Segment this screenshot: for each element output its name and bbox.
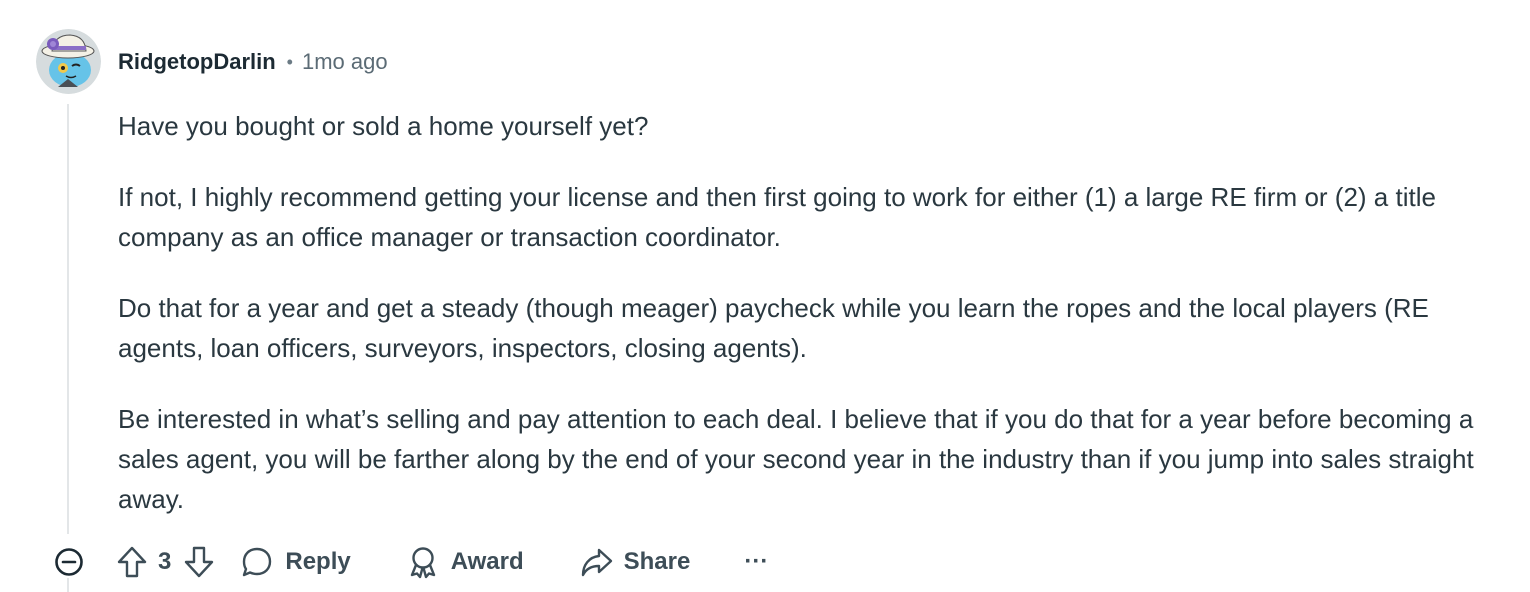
meta-separator: • bbox=[286, 51, 293, 72]
reply-button[interactable]: Reply bbox=[241, 546, 351, 578]
arrow-down-icon bbox=[185, 546, 214, 578]
avatar[interactable] bbox=[36, 29, 101, 94]
downvote-button[interactable] bbox=[183, 545, 215, 579]
vote-count: 3 bbox=[158, 548, 172, 575]
comment-meta: RidgetopDarlin • 1mo ago bbox=[118, 47, 388, 77]
snoo-avatar-icon bbox=[36, 29, 101, 94]
award-button[interactable]: Award bbox=[407, 545, 524, 579]
author-username[interactable]: RidgetopDarlin bbox=[118, 49, 276, 75]
award-ribbon-icon bbox=[410, 547, 435, 579]
comment-paragraph: Be interested in what’s selling and pay … bbox=[118, 404, 1474, 514]
minus-circle-icon bbox=[55, 548, 83, 576]
reply-label: Reply bbox=[285, 548, 351, 575]
share-button[interactable]: Share bbox=[580, 546, 691, 578]
collapse-button[interactable] bbox=[52, 545, 86, 579]
ellipsis-icon: ··· bbox=[744, 548, 769, 575]
comment-paragraph: If not, I highly recommend getting your … bbox=[118, 182, 1436, 252]
comment: RidgetopDarlin • 1mo ago Have you bought… bbox=[0, 0, 1530, 592]
share-arrow-icon bbox=[581, 548, 612, 577]
comment-paragraph: Have you bought or sold a home yourself … bbox=[118, 111, 649, 141]
upvote-button[interactable] bbox=[116, 545, 148, 579]
comment-actions: 3 Reply Award Share ··· bbox=[52, 540, 768, 584]
award-label: Award bbox=[450, 548, 524, 575]
speech-bubble-icon bbox=[243, 547, 272, 577]
share-label: Share bbox=[623, 548, 691, 575]
comment-paragraph: Do that for a year and get a steady (tho… bbox=[118, 293, 1429, 363]
more-options-button[interactable]: ··· bbox=[744, 548, 768, 576]
comment-timestamp[interactable]: 1mo ago bbox=[302, 49, 388, 75]
arrow-up-icon bbox=[117, 546, 147, 578]
comment-body: Have you bought or sold a home yourself … bbox=[118, 106, 1498, 550]
thread-line[interactable] bbox=[67, 104, 69, 534]
